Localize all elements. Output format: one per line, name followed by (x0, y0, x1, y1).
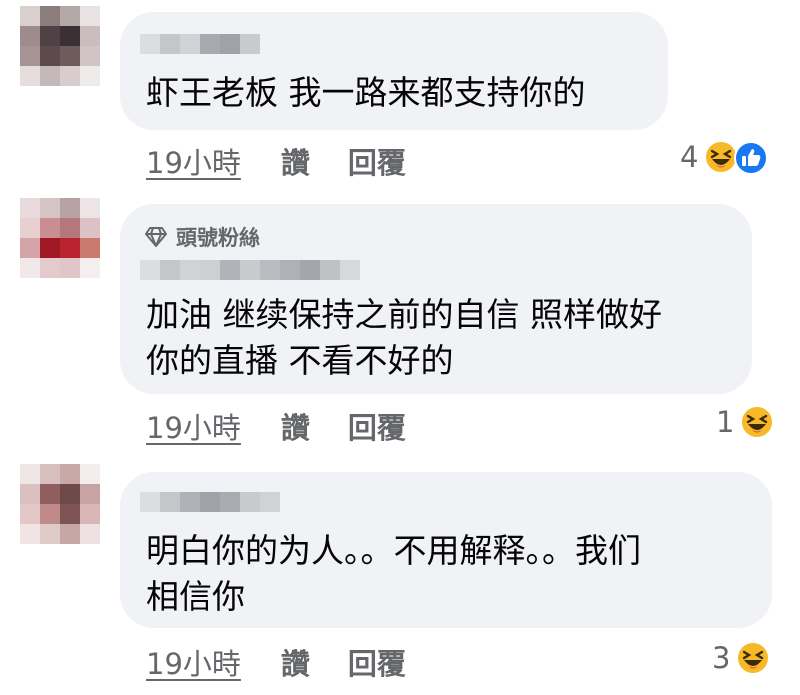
comment-text-line: 你的直播 不看不好的 (146, 341, 454, 380)
comment-text-line: 相信你 (146, 577, 245, 616)
reaction-summary[interactable]: 4 (680, 140, 769, 175)
comment-text: 加油 继续保持之前的自信 照样做好 你的直播 不看不好的 (146, 292, 662, 384)
comment-actions: 19小時 讚 回覆 (146, 405, 406, 447)
comment-text-line: 加油 继续保持之前的自信 照样做好 (146, 295, 662, 334)
commenter-name[interactable] (140, 34, 260, 54)
reply-button[interactable]: 回覆 (348, 641, 406, 683)
like-button[interactable]: 讚 (281, 641, 310, 683)
diamond-icon (145, 227, 167, 247)
reaction-summary[interactable]: 3 (712, 641, 771, 675)
haha-icon (704, 140, 739, 174)
timestamp-link[interactable]: 19小時 (146, 405, 241, 447)
comment-actions: 19小時 讚 回覆 (146, 641, 406, 683)
avatar[interactable] (20, 198, 100, 278)
comment-text-line: 虾王老板 我一路来都支持你的 (146, 73, 586, 112)
comment-actions: 19小時 讚 回覆 (146, 140, 406, 182)
reaction-count: 4 (680, 140, 699, 174)
reaction-count: 1 (716, 405, 735, 439)
reply-button[interactable]: 回覆 (348, 140, 406, 182)
commenter-name[interactable] (140, 260, 360, 280)
like-button[interactable]: 讚 (281, 140, 310, 182)
haha-icon (736, 641, 771, 675)
top-fan-badge: 頭號粉絲 (144, 222, 260, 252)
reply-button[interactable]: 回覆 (348, 405, 406, 447)
comment-text: 明白你的为人。。不用解释。。我们 相信你 (146, 528, 641, 620)
avatar[interactable] (20, 464, 100, 544)
reaction-summary[interactable]: 1 (716, 405, 775, 439)
reaction-count: 3 (712, 641, 731, 675)
like-icon (734, 141, 769, 175)
comment-text: 虾王老板 我一路来都支持你的 (146, 70, 586, 116)
avatar[interactable] (20, 6, 100, 86)
comment-text-line: 明白你的为人。。不用解释。。我们 (146, 531, 641, 570)
timestamp-link[interactable]: 19小時 (146, 140, 241, 182)
badge-label: 頭號粉絲 (176, 226, 260, 250)
like-button[interactable]: 讚 (281, 405, 310, 447)
haha-icon (740, 405, 775, 439)
commenter-name[interactable] (140, 492, 280, 512)
timestamp-link[interactable]: 19小時 (146, 641, 241, 683)
